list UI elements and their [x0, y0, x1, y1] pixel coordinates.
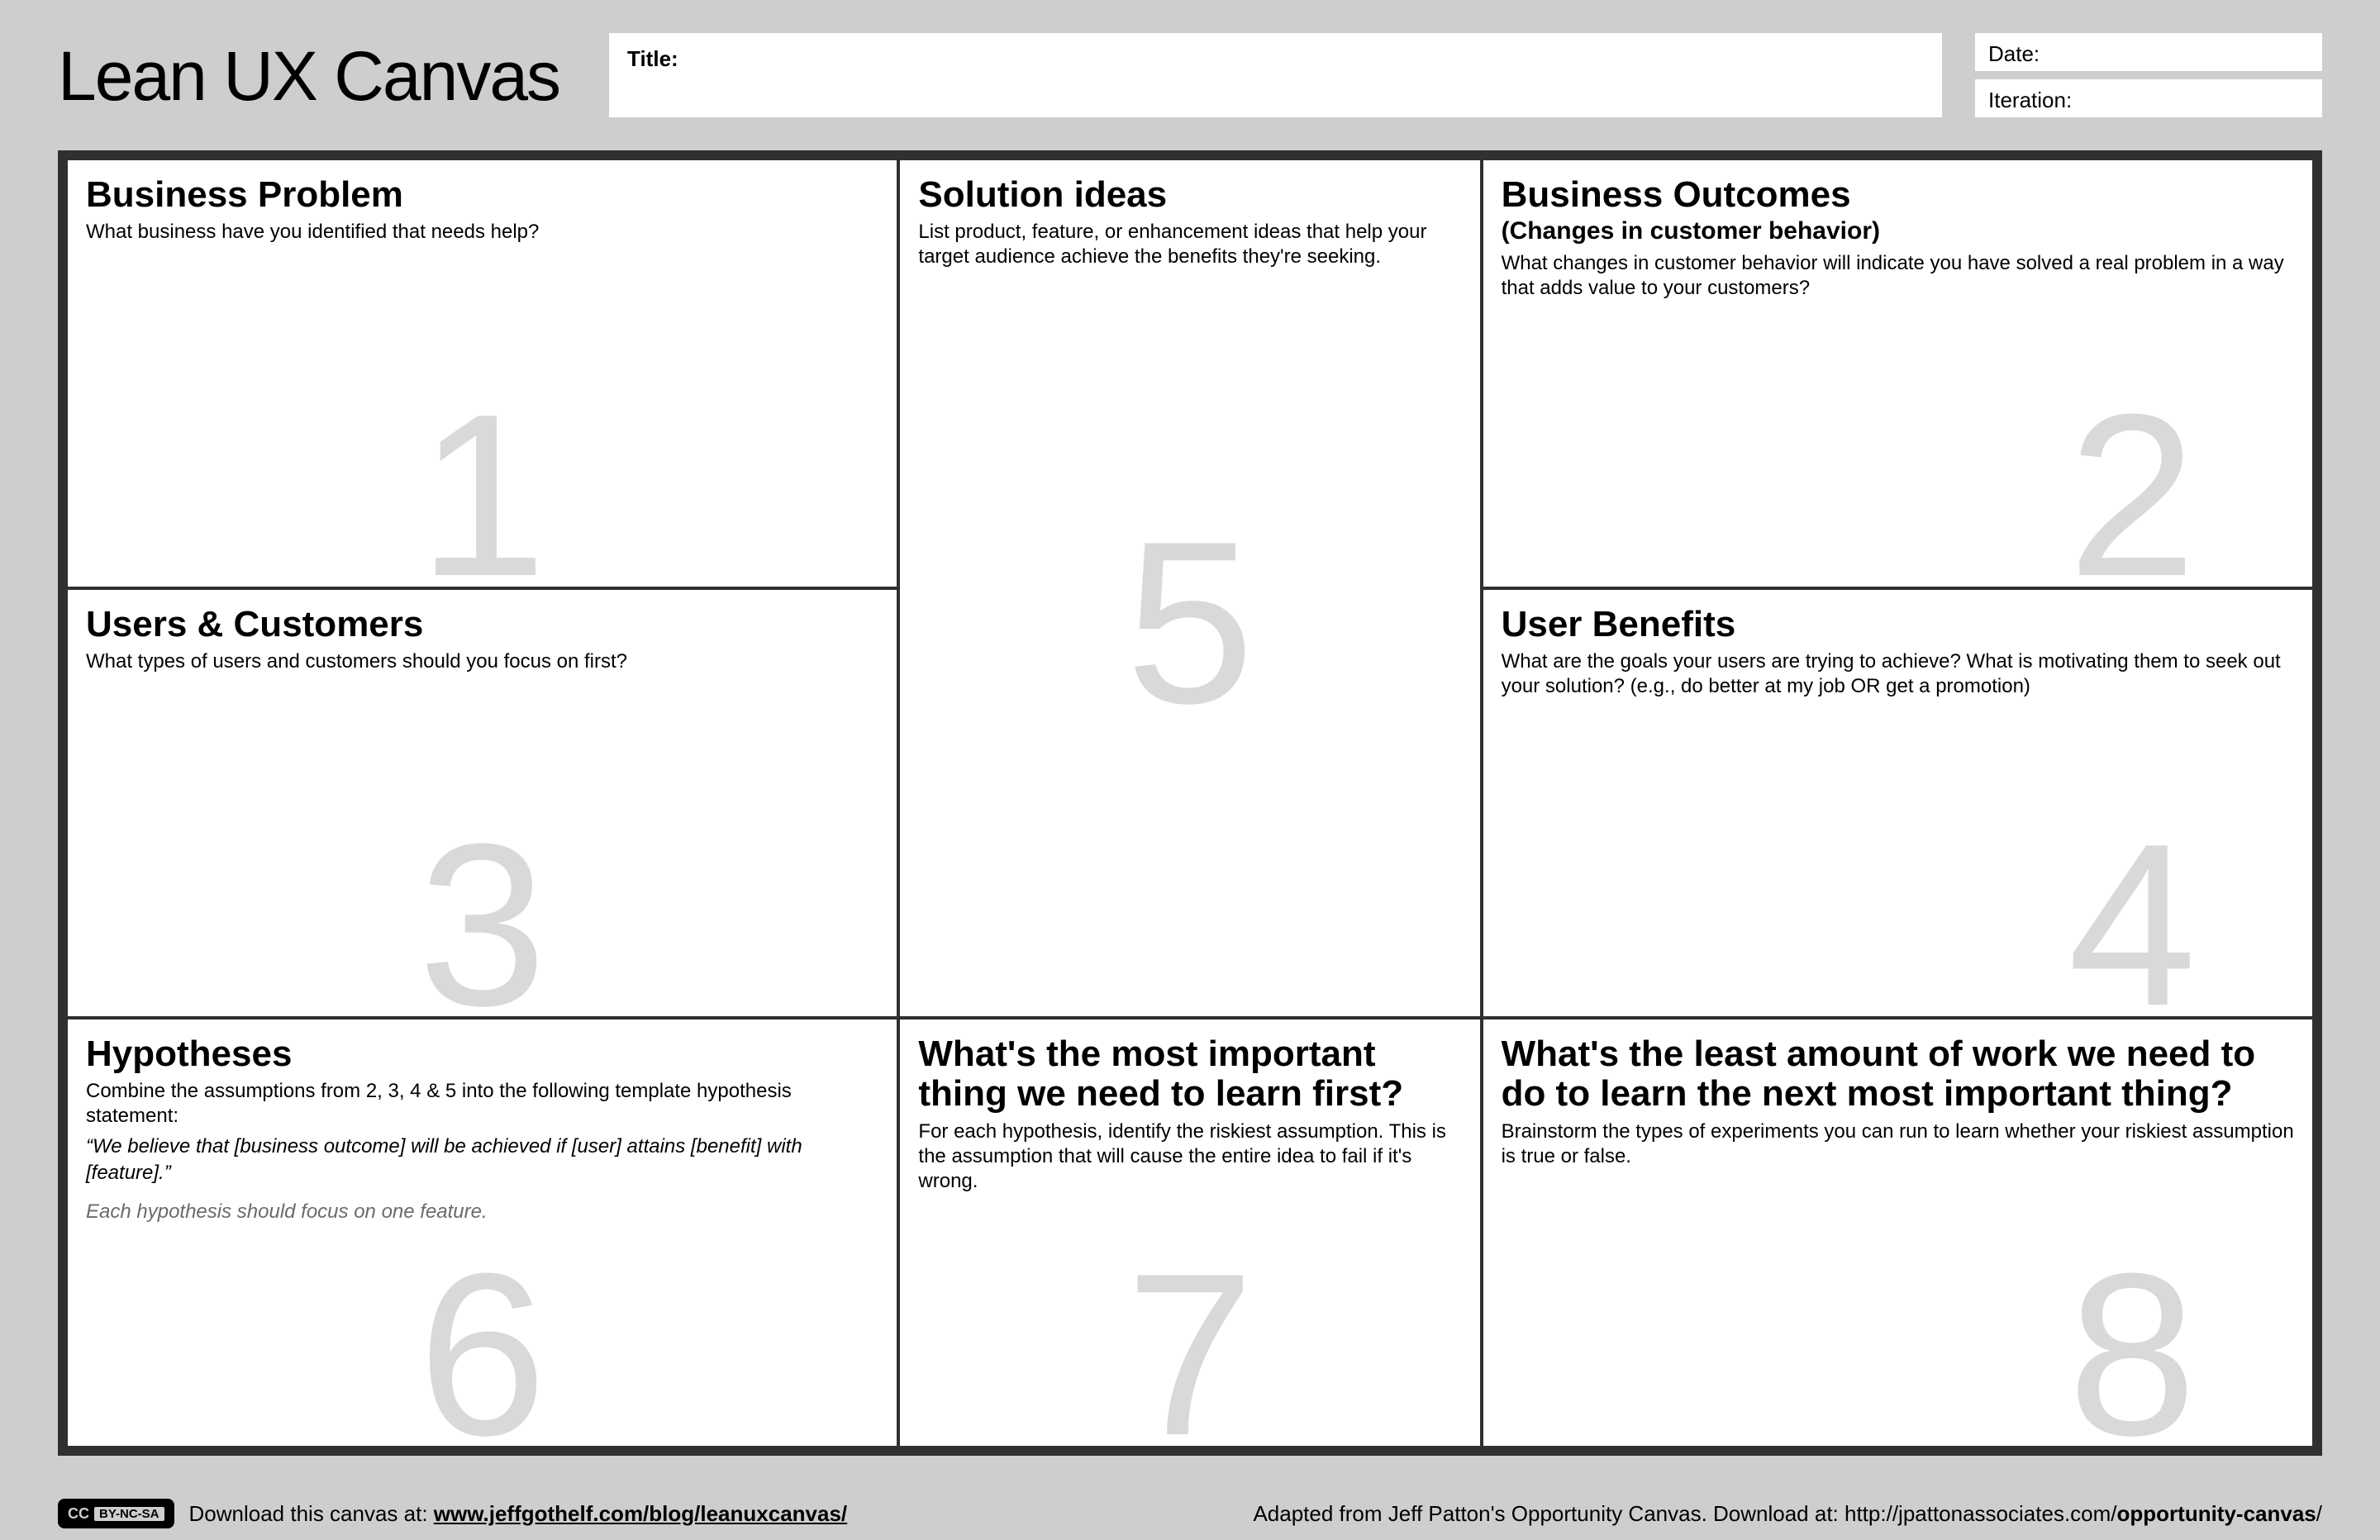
box-learn-first[interactable]: What's the most important thing we need … [898, 1018, 1481, 1447]
box-number: 7 [1126, 1239, 1254, 1447]
footer-right-link-bold[interactable]: opportunity-canvas [2117, 1501, 2316, 1526]
box-title: Hypotheses [86, 1034, 878, 1074]
header: Lean UX Canvas Title: Date: Iteration: [0, 0, 2380, 150]
box-title: User Benefits [1502, 605, 2294, 644]
cc-label: CC [68, 1505, 89, 1523]
box-subtitle: (Changes in customer behavior) [1502, 216, 2294, 246]
box-number: 6 [418, 1239, 547, 1447]
footer-right-link-base[interactable]: http://jpattonassociates.com/ [1844, 1501, 2117, 1526]
box-help-italic: “We believe that [business outcome] will… [86, 1134, 878, 1185]
field-date[interactable]: Date: [1975, 33, 2322, 71]
box-title: Business Outcomes [1502, 175, 2294, 215]
canvas-grid: Business Problem What business have you … [58, 150, 2322, 1456]
box-help: Combine the assumptions from 2, 3, 4 & 5… [86, 1079, 878, 1129]
field-iteration-label: Iteration: [1988, 88, 2072, 112]
box-help-note: Each hypothesis should focus on one feat… [86, 1199, 878, 1224]
footer-left-prefix: Download this canvas at: [189, 1501, 434, 1526]
box-help: What business have you identified that n… [86, 220, 878, 245]
box-title: What's the most important thing we need … [918, 1034, 1461, 1115]
box-help: List product, feature, or enhancement id… [918, 220, 1461, 269]
cc-license-icon: CC BY-NC-SA [58, 1499, 174, 1528]
box-help: For each hypothesis, identify the riskie… [918, 1119, 1461, 1194]
box-number: 5 [1126, 507, 1254, 739]
box-business-outcomes[interactable]: Business Outcomes (Changes in customer b… [1482, 159, 2314, 588]
box-title: Solution ideas [918, 175, 1461, 215]
field-title[interactable]: Title: [609, 33, 1942, 117]
box-number: 4 [2068, 810, 2197, 1018]
box-title: Business Problem [86, 175, 878, 215]
box-user-benefits[interactable]: User Benefits What are the goals your us… [1482, 588, 2314, 1018]
header-fields: Title: Date: Iteration: [609, 33, 2322, 117]
footer-left-link[interactable]: www.jeffgothelf.com/blog/leanuxcanvas/ [434, 1501, 847, 1526]
box-title: What's the least amount of work we need … [1502, 1034, 2294, 1115]
cc-terms: BY-NC-SA [94, 1507, 164, 1521]
box-least-work[interactable]: What's the least amount of work we need … [1482, 1018, 2314, 1447]
footer-right: Adapted from Jeff Patton's Opportunity C… [1253, 1501, 2322, 1527]
field-right-stack: Date: Iteration: [1975, 33, 2322, 117]
box-number: 8 [2068, 1239, 2197, 1447]
field-date-label: Date: [1988, 41, 2040, 66]
box-solution-ideas[interactable]: Solution ideas List product, feature, or… [898, 159, 1481, 1018]
box-hypotheses[interactable]: Hypotheses Combine the assumptions from … [66, 1018, 898, 1447]
box-help: What changes in customer behavior will i… [1502, 251, 2294, 301]
box-number: 2 [2068, 380, 2197, 588]
box-help: Brainstorm the types of experiments you … [1502, 1119, 2294, 1169]
box-number: 1 [418, 380, 547, 588]
field-iteration[interactable]: Iteration: [1975, 79, 2322, 117]
box-title: Users & Customers [86, 605, 878, 644]
footer-right-prefix: Adapted from Jeff Patton's Opportunity C… [1253, 1501, 1844, 1526]
box-users-customers[interactable]: Users & Customers What types of users an… [66, 588, 898, 1018]
footer-right-slash: / [2316, 1501, 2322, 1526]
box-help: What types of users and customers should… [86, 649, 878, 674]
lean-ux-canvas-page: Lean UX Canvas Title: Date: Iteration: B… [0, 0, 2380, 1540]
footer-download-text: Download this canvas at: www.jeffgothelf… [189, 1501, 848, 1527]
box-number: 3 [418, 810, 547, 1018]
footer-left: CC BY-NC-SA Download this canvas at: www… [58, 1499, 847, 1528]
field-title-label: Title: [627, 46, 678, 71]
page-title: Lean UX Canvas [58, 33, 609, 116]
footer: CC BY-NC-SA Download this canvas at: www… [58, 1499, 2322, 1528]
box-help: What are the goals your users are trying… [1502, 649, 2294, 699]
box-business-problem[interactable]: Business Problem What business have you … [66, 159, 898, 588]
